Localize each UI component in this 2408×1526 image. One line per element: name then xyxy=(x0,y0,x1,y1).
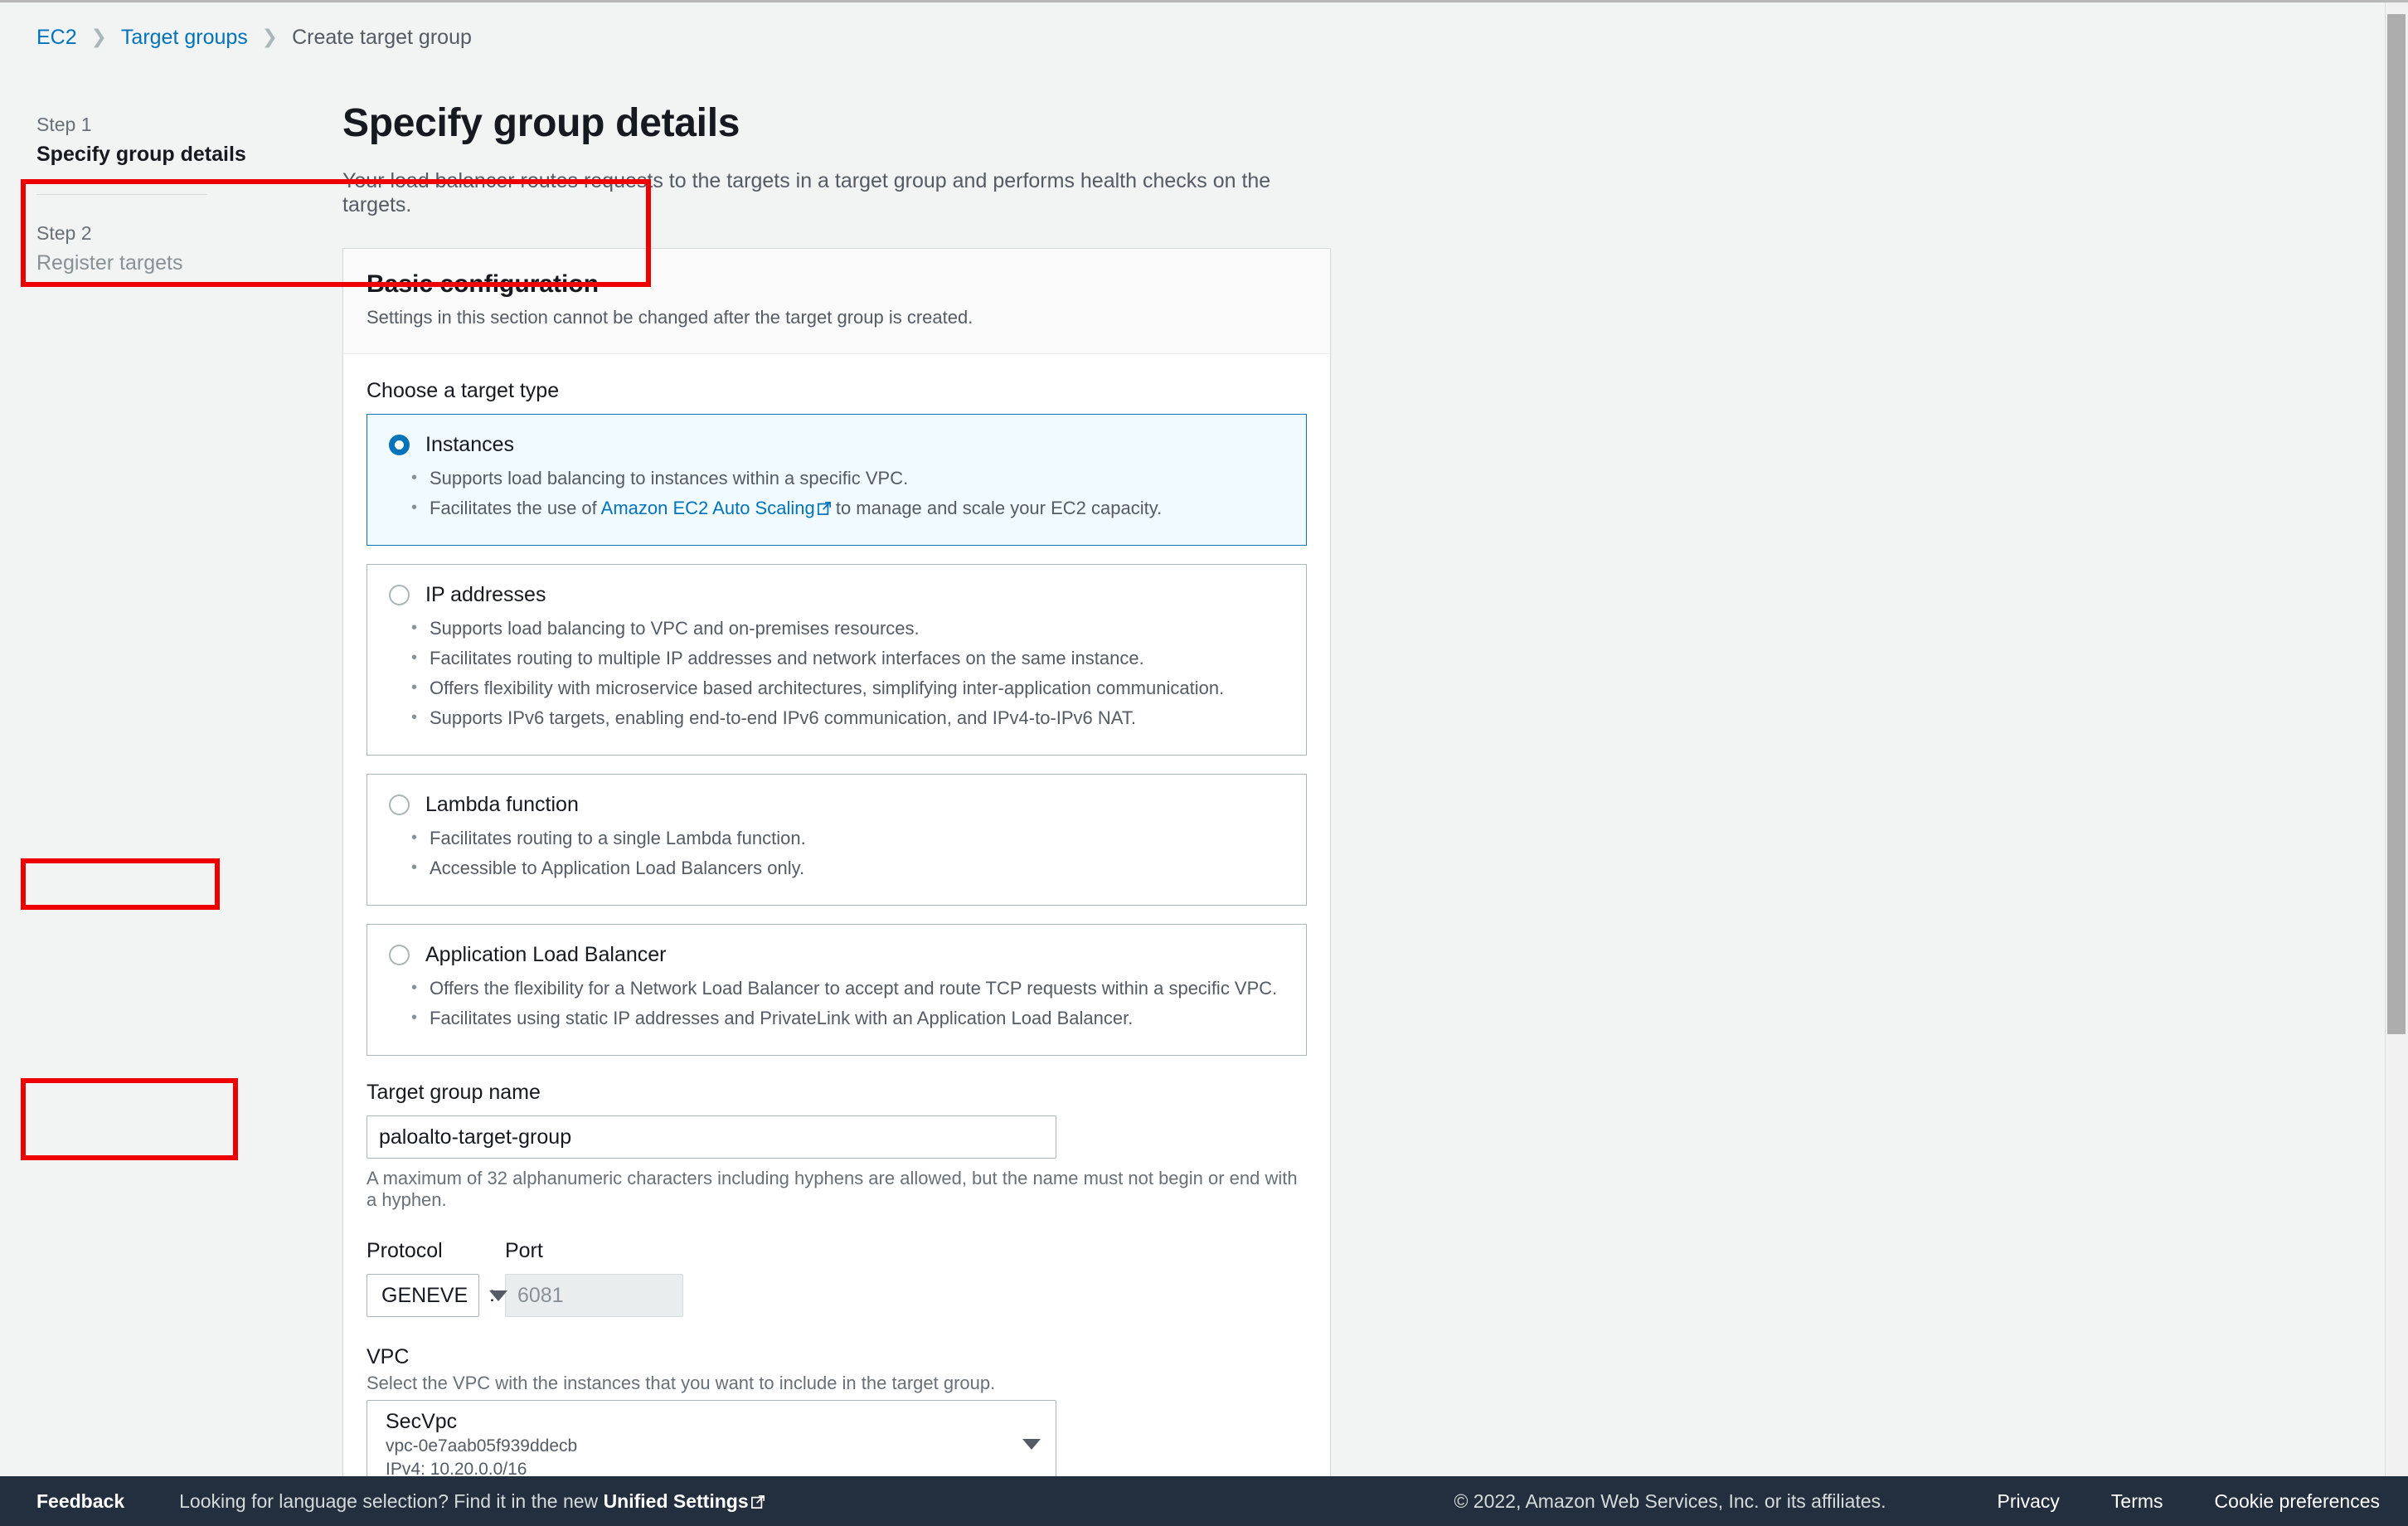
terms-link[interactable]: Terms xyxy=(2111,1490,2163,1513)
vpc-label: VPC xyxy=(367,1345,410,1368)
target-type-instances-label: Instances xyxy=(425,433,515,456)
target-group-name-input[interactable] xyxy=(367,1115,1056,1159)
protocol-column: Protocol GENEVE xyxy=(367,1239,508,1317)
target-type-instances-bullets: Supports load balancing to instances wit… xyxy=(389,464,1284,523)
vpc-id: vpc-0e7aab05f939ddecb xyxy=(386,1436,578,1456)
chevron-down-icon xyxy=(489,1290,508,1301)
wizard-step-divider xyxy=(36,194,207,195)
chevron-down-icon xyxy=(1022,1439,1041,1451)
list-item: Supports load balancing to instances wit… xyxy=(411,464,1284,493)
target-type-option-lambda-function[interactable]: Lambda function Facilitates routing to a… xyxy=(367,774,1307,906)
page-layout: Step 1 Specify group details Step 2 Regi… xyxy=(0,54,2408,1526)
protocol-label: Protocol xyxy=(367,1239,443,1262)
port-column: Port xyxy=(504,1239,683,1317)
target-type-label: Choose a target type xyxy=(367,379,560,402)
footer-right: © 2022, Amazon Web Services, Inc. or its… xyxy=(1454,1490,2380,1513)
port-label: Port xyxy=(504,1239,543,1262)
basic-configuration-description: Settings in this section cannot be chang… xyxy=(367,307,973,328)
target-type-option-ip-addresses[interactable]: IP addresses Supports load balancing to … xyxy=(367,564,1307,756)
external-link-icon xyxy=(750,1494,765,1509)
footer-left: Feedback Looking for language selection?… xyxy=(36,1490,765,1513)
target-type-option-instances[interactable]: Instances Supports load balancing to ins… xyxy=(367,414,1307,546)
wizard-step-2[interactable]: Step 2 Register targets xyxy=(36,222,249,275)
radio-lambda-function[interactable] xyxy=(389,795,410,815)
protocol-selected-value: GENEVE xyxy=(381,1283,468,1307)
target-group-name-label: Target group name xyxy=(367,1081,541,1104)
breadcrumb-item-create-target-group: Create target group xyxy=(292,25,472,49)
copyright-text: © 2022, Amazon Web Services, Inc. or its… xyxy=(1454,1490,1886,1512)
target-type-alb-head: Application Load Balancer xyxy=(389,943,1284,967)
basic-configuration-heading: Basic configuration xyxy=(367,270,600,298)
list-item: Offers flexibility with microservice bas… xyxy=(411,673,1284,703)
bullet-prefix: Facilitates the use of xyxy=(430,498,601,518)
list-item: Supports IPv6 targets, enabling end-to-e… xyxy=(411,703,1284,733)
radio-ip-addresses[interactable] xyxy=(389,585,410,605)
port-input xyxy=(504,1274,683,1317)
annotation-box-target-group-name xyxy=(21,858,220,910)
target-type-alb-label: Application Load Balancer xyxy=(425,943,667,966)
target-type-alb-bullets: Offers the flexibility for a Network Loa… xyxy=(389,974,1284,1033)
list-item: Facilitates routing to multiple IP addre… xyxy=(411,644,1284,673)
target-type-lambda-label: Lambda function xyxy=(425,793,579,816)
basic-configuration-header: Basic configuration Settings in this sec… xyxy=(343,249,1330,354)
protocol-select[interactable]: GENEVE xyxy=(367,1274,508,1317)
list-item: Facilitates using static IP addresses an… xyxy=(411,1004,1284,1033)
wizard-step-1[interactable]: Step 1 Specify group details xyxy=(36,114,249,167)
breadcrumb: EC2 ❯ Target groups ❯ Create target grou… xyxy=(0,2,2408,54)
main-content: Specify group details Your load balancer… xyxy=(21,54,1331,1526)
step-1-title: Specify group details xyxy=(36,143,246,166)
breadcrumb-separator-icon: ❯ xyxy=(90,25,107,47)
protocol-port-row: Protocol GENEVE : Port xyxy=(367,1239,1307,1317)
radio-application-load-balancer[interactable] xyxy=(389,945,410,965)
target-type-lambda-bullets: Facilitates routing to a single Lambda f… xyxy=(389,824,1284,883)
breadcrumb-item-target-groups[interactable]: Target groups xyxy=(121,26,248,50)
aws-console-page: EC2 ❯ Target groups ❯ Create target grou… xyxy=(0,0,2408,1526)
target-type-ip-label: IP addresses xyxy=(425,583,546,606)
breadcrumb-item-ec2[interactable]: EC2 xyxy=(36,26,77,50)
annotation-box-vpc xyxy=(21,1078,238,1160)
wizard-steps: Step 1 Specify group details Step 2 Regi… xyxy=(36,54,249,275)
vpc-description: Select the VPC with the instances that y… xyxy=(367,1373,996,1393)
target-type-ip-head: IP addresses xyxy=(389,583,1284,607)
step-1-number: Step 1 xyxy=(36,114,92,135)
list-item: Offers the flexibility for a Network Loa… xyxy=(411,974,1284,1004)
basic-configuration-card: Basic configuration Settings in this sec… xyxy=(21,179,1331,1519)
step-2-title: Register targets xyxy=(36,251,183,275)
breadcrumb-separator-icon: ❯ xyxy=(261,25,279,47)
external-link-icon xyxy=(817,502,831,515)
list-item: Facilitates routing to a single Lambda f… xyxy=(411,824,1284,853)
language-notice: Looking for language selection? Find it … xyxy=(179,1490,765,1513)
target-type-ip-bullets: Supports load balancing to VPC and on-pr… xyxy=(389,614,1284,733)
radio-instances[interactable] xyxy=(389,435,410,455)
unified-settings-link[interactable]: Unified Settings xyxy=(604,1490,749,1512)
step-2-number: Step 2 xyxy=(36,222,92,244)
privacy-link[interactable]: Privacy xyxy=(1998,1490,2060,1513)
feedback-link[interactable]: Feedback xyxy=(36,1490,124,1513)
cookie-preferences-link[interactable]: Cookie preferences xyxy=(2215,1490,2380,1513)
page-footer: Feedback Looking for language selection?… xyxy=(0,1476,2408,1526)
language-notice-text: Looking for language selection? Find it … xyxy=(179,1490,604,1512)
bullet-suffix: to manage and scale your EC2 capacity. xyxy=(830,498,1163,518)
list-item: Facilitates the use of Amazon EC2 Auto S… xyxy=(411,493,1284,523)
vpc-selected-value: SecVpc vpc-0e7aab05f939ddecb IPv4: 10.20… xyxy=(386,1409,577,1480)
target-type-lambda-head: Lambda function xyxy=(389,793,1284,817)
page-title: Specify group details xyxy=(342,101,740,145)
basic-configuration-body: Choose a target type Instances Supports … xyxy=(343,354,1330,1518)
page-scrollbar-thumb[interactable] xyxy=(2387,14,2406,1034)
amazon-ec2-auto-scaling-link[interactable]: Amazon EC2 Auto Scaling xyxy=(601,498,815,518)
vpc-name: SecVpc xyxy=(386,1410,458,1433)
page-subtitle: Your load balancer routes requests to th… xyxy=(342,169,1271,216)
list-item: Supports load balancing to VPC and on-pr… xyxy=(411,614,1284,644)
target-type-instances-head: Instances xyxy=(389,433,1284,457)
list-item: Accessible to Application Load Balancers… xyxy=(411,853,1284,883)
target-type-option-application-load-balancer[interactable]: Application Load Balancer Offers the fle… xyxy=(367,924,1307,1056)
target-group-name-hint: A maximum of 32 alphanumeric characters … xyxy=(367,1168,1298,1210)
